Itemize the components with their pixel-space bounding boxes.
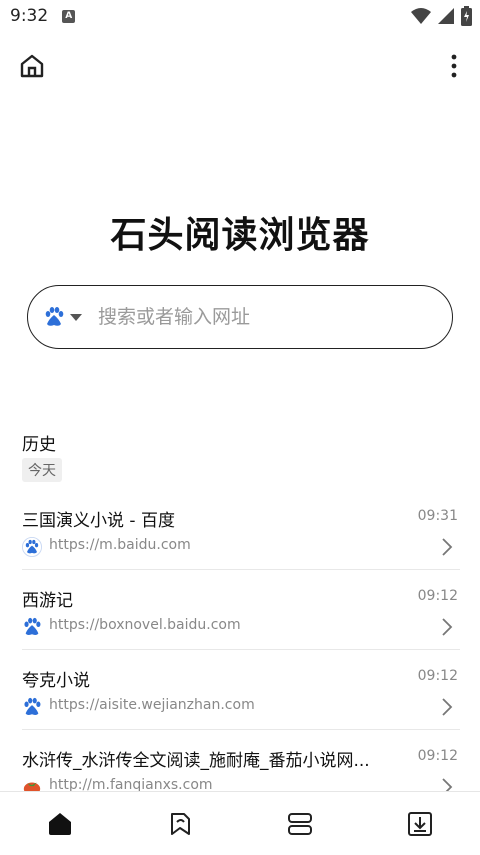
day-chip: 今天 [22,458,62,482]
history-item-time: 09:12 [417,668,458,684]
history-item-time: 09:12 [417,748,458,764]
search-box[interactable] [27,285,453,349]
engine-dropdown-caret-icon[interactable] [70,313,82,321]
history-item-title: 三国演义小说 - 百度 [22,511,175,531]
search-engine-selector[interactable] [42,305,66,329]
chevron-right-icon[interactable] [440,696,454,718]
baidu-paw-icon [22,537,42,557]
more-vertical-icon [451,54,457,78]
history-title: 历史 [22,435,56,455]
baidu-paw-icon [45,307,64,326]
history-item[interactable]: 夸克小说 09:12 https://aisite.wejianzhan.com [0,650,480,730]
baidu-paw-icon [24,617,41,635]
nav-download-button[interactable] [390,794,450,854]
nav-home-button[interactable] [30,794,90,854]
history-list: 三国演义小说 - 百度 09:31 https://m.baidu.com 西游… [0,490,480,810]
notification-icon: A [62,9,76,23]
status-icons [411,6,472,26]
history-item[interactable]: 西游记 09:12 https://boxnovel.baidu.com [0,570,480,650]
signal-icon [438,8,454,24]
wifi-icon [411,8,431,24]
home-button[interactable] [16,50,48,82]
chevron-right-icon[interactable] [440,616,454,638]
status-time: 9:32 [10,6,49,26]
history-item-time: 09:31 [417,508,458,524]
history-item-url: https://m.baidu.com [49,537,191,553]
home-icon [49,812,71,835]
bookmark-icon [171,812,190,835]
history-item-url: https://aisite.wejianzhan.com [49,697,255,713]
history-item[interactable]: 三国演义小说 - 百度 09:31 https://m.baidu.com [0,490,480,570]
history-item-title: 西游记 [22,591,73,611]
history-item-title: 水浒传_水浒传全文阅读_施耐庵_番茄小说网... [22,751,370,771]
more-button[interactable] [442,50,466,82]
history-item-title: 夸克小说 [22,671,90,691]
history-item-url: https://boxnovel.baidu.com [49,617,241,633]
chevron-right-icon[interactable] [440,536,454,558]
bottom-nav [0,791,480,855]
home-icon [20,54,44,78]
top-bar [0,44,480,88]
app-title: 石头阅读浏览器 [110,215,370,256]
download-icon [408,811,432,836]
tabs-icon [288,812,312,835]
baidu-paw-icon [24,697,41,715]
history-item-time: 09:12 [417,588,458,604]
nav-bookmark-button[interactable] [150,794,210,854]
status-bar: 9:32 A [0,0,480,32]
search-input[interactable] [98,306,398,328]
nav-tabs-button[interactable] [270,794,330,854]
battery-icon [461,6,472,26]
